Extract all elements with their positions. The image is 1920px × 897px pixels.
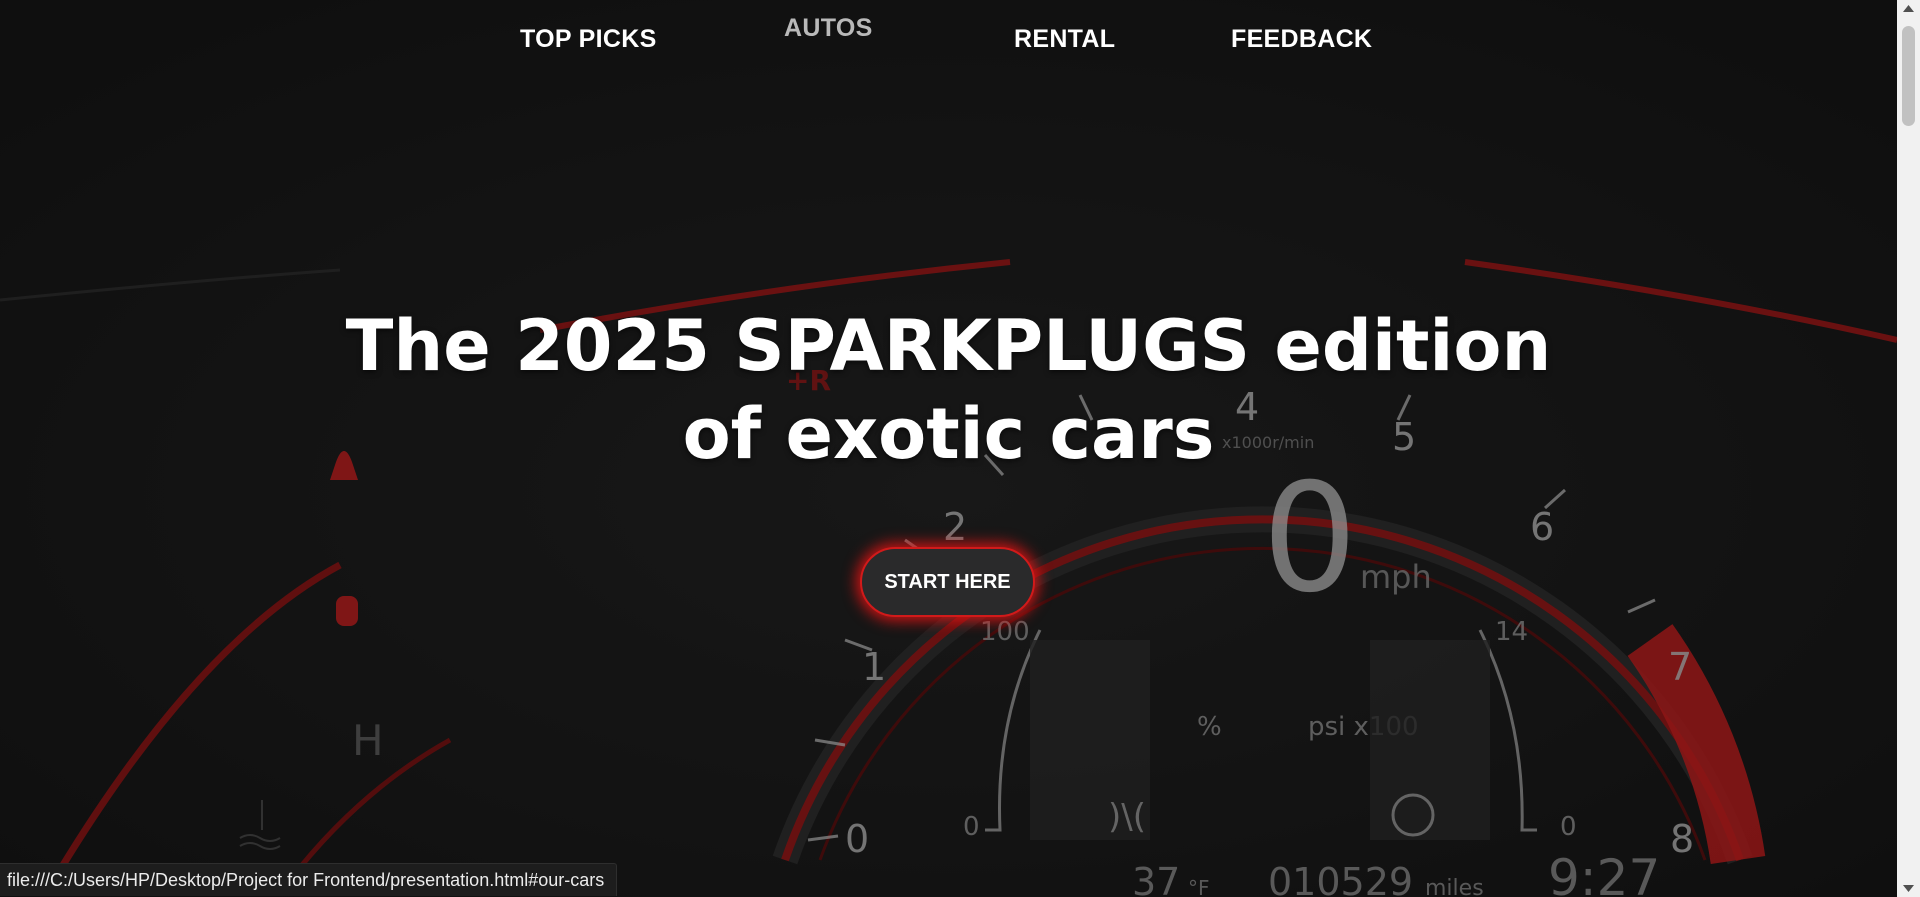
page: 0 1 2 4 5 6 7 8 x1000r/min 0 mph 100 14 … [0,0,1897,897]
nav-item-feedback[interactable]: FEEDBACK [1231,25,1372,54]
start-here-button[interactable]: START HERE [860,547,1035,617]
scroll-down-arrow-icon[interactable] [1897,880,1920,897]
nav-item-rental[interactable]: RENTAL [1014,25,1115,54]
hero-headline: The 2025 SPARKPLUGS edition of exotic ca… [0,302,1897,478]
vertical-scrollbar[interactable] [1897,0,1920,897]
nav-item-autos[interactable]: AUTOS [784,14,873,43]
hero-headline-line-1: The 2025 SPARKPLUGS edition [345,305,1552,387]
scroll-up-arrow-icon[interactable] [1897,0,1920,17]
scrollbar-thumb[interactable] [1902,26,1915,126]
hero-headline-line-2: of exotic cars [682,393,1215,475]
nav-item-top-picks[interactable]: TOP PICKS [520,25,657,54]
link-status-bar: file:///C:/Users/HP/Desktop/Project for … [0,863,618,896]
top-navigation: TOP PICKS AUTOS RENTAL FEEDBACK [0,0,1897,80]
